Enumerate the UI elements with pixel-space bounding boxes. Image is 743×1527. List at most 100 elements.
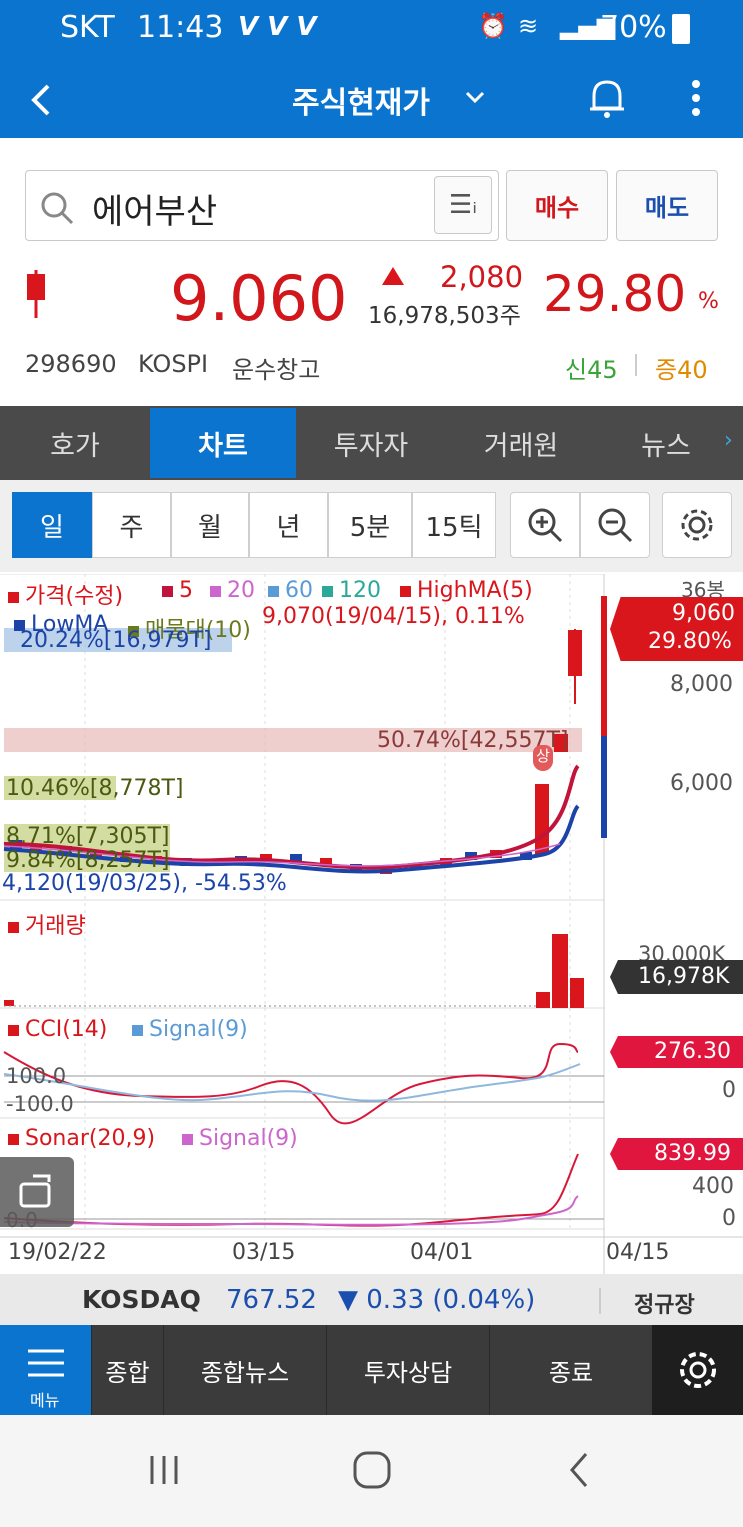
hamburger-icon [28, 1349, 64, 1377]
nav-consult[interactable]: 투자상담 [326, 1325, 489, 1415]
battery-level: 70% [600, 10, 667, 45]
volume-title: 거래량 [8, 908, 86, 940]
nav-news[interactable]: 종합뉴스 [163, 1325, 326, 1415]
candle-big-1 [535, 784, 549, 854]
menu-label: 메뉴 [30, 1391, 60, 1410]
nav-exit[interactable]: 종료 [489, 1325, 652, 1415]
recents-icon[interactable] [146, 1452, 182, 1488]
volume-bar-0 [4, 1000, 14, 1006]
x-tick-0415: 04/15 [606, 1240, 670, 1265]
zoom-in-icon [528, 508, 563, 543]
sonar-signal-title: Signal(9) [182, 1126, 298, 1151]
current-price: 9.060 [170, 262, 348, 335]
up-arrow-icon [382, 267, 404, 285]
app-settings-button[interactable] [652, 1325, 743, 1415]
period-day[interactable]: 일 [12, 492, 92, 558]
volume-bar-1 [536, 992, 550, 1008]
candle-icon [27, 270, 45, 318]
period-15tick[interactable]: 15틱 [412, 492, 496, 558]
more-icon[interactable] [690, 78, 702, 118]
volume-bar-2 [552, 934, 568, 1008]
gear-icon [679, 1352, 716, 1388]
legend-ma20: 20 [210, 578, 255, 603]
tab-news[interactable]: 뉴스 [596, 408, 736, 478]
legend-price: 가격(수정) [8, 578, 123, 610]
sonar-signal-line [3, 1195, 579, 1226]
index-change: ▼ 0.33 (0.04%) [338, 1285, 536, 1315]
trade-volume: 16,978,503주 [368, 303, 521, 329]
price-range-bar-up [601, 596, 607, 736]
stock-code: 298690 [25, 350, 117, 378]
zoom-out-button[interactable] [580, 492, 650, 558]
period-week[interactable]: 주 [92, 492, 171, 558]
status-bar: SKT 11:43 V V V ⏰ ≋ ▂▄▆ 70% [0, 0, 743, 60]
nav-overview[interactable]: 종합 [91, 1325, 163, 1415]
chevron-right-icon[interactable]: › [724, 428, 733, 453]
zoom-in-button[interactable] [510, 492, 580, 558]
session-status: 정규장 [634, 1293, 695, 1318]
divider [635, 354, 637, 376]
period-month[interactable]: 월 [171, 492, 249, 558]
volume-bar-3 [570, 978, 584, 1008]
x-tick-0401: 04/01 [410, 1240, 474, 1265]
band-label-3: 10.46%[8,778T] [6, 776, 184, 801]
last-price: 9,060 [672, 601, 735, 626]
bell-icon[interactable] [588, 76, 626, 120]
home-icon[interactable] [352, 1450, 392, 1490]
cci-tick-0: 0 [722, 1078, 736, 1103]
period-5min[interactable]: 5분 [328, 492, 412, 558]
tab-orderbook[interactable]: 호가 [0, 408, 150, 478]
period-year[interactable]: 년 [249, 492, 328, 558]
band-label-1: 20.24%[16,979T] [20, 628, 212, 653]
margin-ratio: 증40 [655, 356, 708, 384]
sonar-tick-0: 0 [722, 1206, 736, 1231]
zoom-out-icon [598, 508, 633, 543]
stock-info-button[interactable]: ☰ᵢ [434, 176, 492, 234]
price-tick-6000: 6,000 [670, 771, 733, 796]
page-title[interactable]: 주식현재가 [292, 78, 430, 122]
low-annotation: 4,120(19/03/25), -54.53% [2, 871, 287, 896]
back-icon[interactable] [28, 82, 54, 118]
sell-button[interactable]: 매도 [616, 170, 718, 241]
search-icon [41, 192, 74, 225]
candle-last [568, 630, 582, 676]
x-tick-0315: 03/15 [232, 1240, 296, 1265]
sonar-last: 839.99 [654, 1141, 731, 1166]
event-marker[interactable]: 상 [533, 745, 553, 771]
legend-ma60: 60 [268, 578, 313, 603]
chevron-down-icon[interactable] [464, 90, 486, 104]
battery-icon [672, 14, 690, 44]
sonar-title: Sonar(20,9) [8, 1126, 155, 1151]
credit-ratio: 신45 [565, 356, 618, 384]
tab-chart[interactable]: 차트 [150, 408, 296, 478]
divider [599, 1288, 601, 1314]
percent-unit: % [698, 289, 719, 314]
search-value: 에어부산 [92, 192, 218, 232]
app-notification-icons: V V V [238, 12, 317, 42]
carrier: SKT [60, 10, 115, 45]
index-name: KOSDAQ [82, 1285, 201, 1314]
alarm-icon: ⏰ [478, 12, 508, 40]
legend-ma120: 120 [322, 578, 381, 603]
price-tick-8000: 8,000 [670, 672, 733, 697]
rotate-icon [19, 1174, 51, 1208]
cci-signal-title: Signal(9) [132, 1017, 248, 1042]
rotate-screen-button[interactable] [0, 1157, 74, 1227]
chart-settings-button[interactable] [662, 492, 732, 558]
last-percent: 29.80% [648, 629, 732, 654]
menu-button[interactable]: 메뉴 [0, 1325, 91, 1415]
legend-highma: HighMA(5) [400, 578, 533, 603]
tab-investor[interactable]: 투자자 [296, 408, 446, 478]
tab-broker[interactable]: 거래원 [446, 408, 596, 478]
volume-last: 16,978K [638, 964, 730, 989]
cci-level-minus100: -100.0 [6, 1092, 74, 1116]
index-value: 767.52 [226, 1285, 317, 1315]
back-nav-icon[interactable] [566, 1450, 592, 1490]
legend-ma5: 5 [162, 578, 193, 603]
cci-level-100: 100.0 [6, 1064, 67, 1088]
band-label-4: 8.71%[7,305T] [6, 824, 170, 849]
cci-title: CCI(14) [8, 1017, 107, 1042]
buy-button[interactable]: 매수 [506, 170, 608, 241]
sector: 운수창고 [232, 356, 321, 384]
price-change: 2,080 [440, 260, 524, 294]
